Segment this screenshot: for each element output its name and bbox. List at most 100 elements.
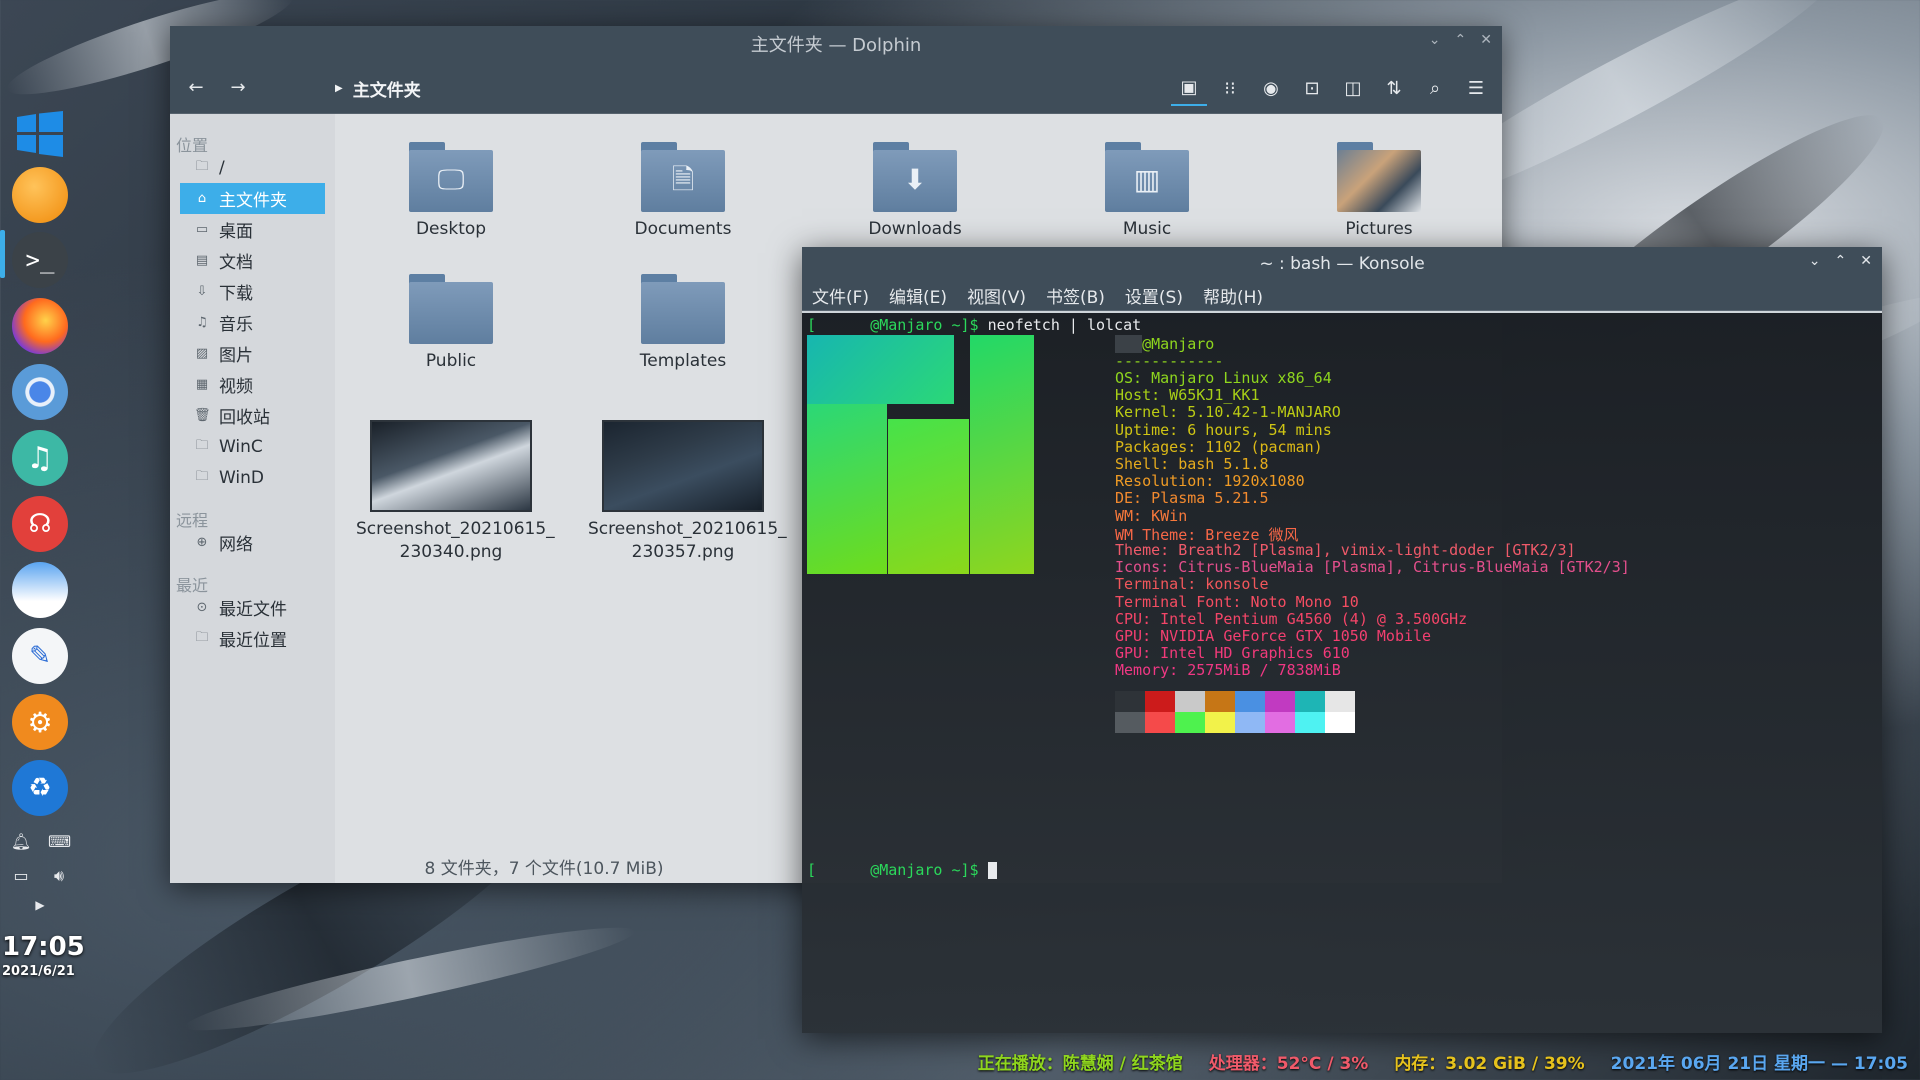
sidebar-item-label: WinC	[219, 436, 263, 457]
sidebar-item-winc[interactable]: 🗀 WinC	[180, 431, 325, 462]
video-icon: ▦	[195, 377, 209, 392]
close-icon[interactable]: ✕	[1480, 32, 1492, 48]
minimize-icon[interactable]: ⌄	[1429, 32, 1441, 48]
keyboard-icon[interactable]: ⌨	[48, 832, 71, 854]
manjaro-logo-block	[807, 404, 887, 574]
sidebar-item-trash[interactable]: 🗑 回收站	[180, 400, 325, 431]
command-line: [ @Manjaro ~]$ neofetch | lolcat	[807, 316, 1142, 334]
datetime-text[interactable]: 2021年 06月 21日 星期一 — 17:05	[1611, 1049, 1908, 1074]
recent-locations-icon: 🗀	[195, 629, 209, 645]
palette-swatch	[1175, 691, 1205, 712]
now-playing-text[interactable]: 正在播放：陈慧娴 / 红茶馆	[978, 1049, 1183, 1074]
image-icon: ▨	[195, 346, 209, 361]
palette-swatch	[1145, 712, 1175, 733]
sidebar-item-home[interactable]: ⌂ 主文件夹	[180, 183, 325, 214]
firefox-icon[interactable]	[12, 298, 68, 354]
sidebar-item-label: 下载	[219, 284, 253, 304]
palette-swatch	[1325, 712, 1355, 733]
minimize-icon[interactable]: ⌄	[1809, 253, 1821, 269]
files-app-icon[interactable]	[12, 167, 68, 223]
hamburger-menu-icon[interactable]: ☰	[1458, 70, 1494, 106]
sidebar-item-downloads[interactable]: ⇩ 下载	[180, 276, 325, 307]
breadcrumb[interactable]: ▶ 主文件夹	[335, 76, 421, 101]
cpu-status-text: 处理器：52°C / 3%	[1208, 1054, 1369, 1074]
clock-time[interactable]: 17:05	[2, 932, 85, 962]
terminal-area[interactable]: [ @Manjaro ~]$ neofetch | lolcat @Manjar…	[802, 311, 1882, 1033]
palette-swatch	[1115, 691, 1145, 712]
memory-status-text: 内存：3.02 GiB / 39%	[1394, 1054, 1585, 1074]
menu-view[interactable]: 视图(V)	[967, 283, 1026, 308]
display-icon[interactable]: ▭	[10, 866, 32, 888]
headphones-icon[interactable]: ☊	[12, 496, 68, 552]
menu-edit[interactable]: 编辑(E)	[889, 283, 947, 308]
system-info-line: Kernel: 5.10.42-1-MANJARO	[1115, 403, 1341, 422]
search-icon[interactable]: ⌕	[1417, 70, 1453, 106]
split-view-icon[interactable]: ◫	[1335, 70, 1371, 106]
sidebar-item-label: 桌面	[219, 222, 253, 242]
file-item-pictures[interactable]: Pictures	[1284, 142, 1474, 241]
photo-viewer-icon[interactable]	[12, 562, 68, 618]
sidebar-item-label: /	[219, 157, 225, 178]
preview-toggle-icon[interactable]: ◉	[1253, 70, 1289, 106]
sidebar-item-desktop[interactable]: ▭ 桌面	[180, 214, 325, 245]
sidebar-item-wind[interactable]: 🗀 WinD	[180, 462, 325, 493]
windows-start-icon[interactable]	[12, 106, 68, 162]
system-info-line: GPU: Intel HD Graphics 610	[1115, 644, 1350, 663]
music-player-icon[interactable]: ♫	[12, 430, 68, 486]
back-arrow-icon[interactable]: ←	[178, 70, 214, 106]
image-thumbnail	[370, 420, 532, 512]
file-item-music[interactable]: ▥ Music	[1052, 142, 1242, 241]
system-info-line: Host: W65KJ1_KK1	[1115, 386, 1260, 405]
sidebar-item-label: 音乐	[219, 315, 253, 335]
file-item-downloads[interactable]: ⬇ Downloads	[820, 142, 1010, 241]
menu-file[interactable]: 文件(F)	[812, 283, 869, 308]
file-name: Public	[425, 351, 477, 371]
show-hidden-icon[interactable]: ⊡	[1294, 70, 1330, 106]
bell-icon[interactable]: 🔔︎	[10, 832, 32, 854]
file-item-public[interactable]: Public	[356, 274, 546, 373]
recycle-icon[interactable]: ♻	[12, 760, 68, 816]
maximize-icon[interactable]: ⌃	[1835, 253, 1847, 269]
file-item-screenshot-2[interactable]: Screenshot_20210615_ 230357.png	[588, 420, 787, 564]
chromium-icon[interactable]	[12, 364, 68, 420]
settings-gear-icon[interactable]: ⚙	[12, 694, 68, 750]
menu-help[interactable]: 帮助(H)	[1203, 283, 1263, 308]
sidebar-item-pictures[interactable]: ▨ 图片	[180, 338, 325, 369]
file-item-desktop[interactable]: 🖵 Desktop	[356, 142, 546, 241]
expand-tray-icon[interactable]: ▶	[29, 898, 51, 920]
file-item-templates[interactable]: Templates	[588, 274, 778, 373]
trash-icon: 🗑	[194, 408, 211, 423]
sidebar-item-root[interactable]: 🗀 /	[180, 152, 325, 183]
file-name-line: 230340.png	[399, 542, 503, 562]
monitor-icon: 🖵	[437, 163, 465, 196]
maximize-icon[interactable]: ⌃	[1455, 32, 1467, 48]
sidebar-item-label: 视频	[219, 377, 253, 397]
toolbar: ← → ▶ 主文件夹 ▣ ⁝⁝ ◉ ⊡ ◫ ⇅ ⌕ ☰	[170, 62, 1502, 114]
konsole-titlebar[interactable]: ~ : bash — Konsole ⌄ ⌃ ✕	[802, 247, 1882, 281]
dolphin-titlebar[interactable]: 主文件夹 — Dolphin ⌄ ⌃ ✕	[170, 26, 1502, 62]
sidebar-item-recent-locations[interactable]: 🗀 最近位置	[180, 623, 325, 654]
menu-bookmarks[interactable]: 书签(B)	[1046, 283, 1105, 308]
close-icon[interactable]: ✕	[1860, 253, 1872, 269]
file-item-screenshot-1[interactable]: Screenshot_20210615_ 230340.png	[356, 420, 555, 564]
file-item-documents[interactable]: 🗎 Documents	[588, 142, 778, 241]
breadcrumb-current[interactable]: 主文件夹	[353, 76, 421, 101]
sidebar-item-recent-files[interactable]: ⊙ 最近文件	[180, 592, 325, 623]
sidebar-item-videos[interactable]: ▦ 视频	[180, 369, 325, 400]
icons-view-icon[interactable]: ▣	[1171, 70, 1207, 106]
home-icon: ⌂	[197, 191, 207, 206]
terminal-app-icon[interactable]: >_	[12, 232, 68, 288]
sort-icon[interactable]: ⇅	[1376, 70, 1412, 106]
menu-settings[interactable]: 设置(S)	[1125, 283, 1183, 308]
info-rule: ------------	[1115, 352, 1224, 370]
sidebar-item-network[interactable]: ⊕ 网络	[180, 527, 325, 558]
active-indicator	[0, 230, 5, 278]
forward-arrow-icon[interactable]: →	[220, 70, 256, 106]
chevron-right-icon: ▶	[335, 83, 343, 94]
sidebar-item-documents[interactable]: ▤ 文档	[180, 245, 325, 276]
sidebar-item-music[interactable]: ♫ 音乐	[180, 307, 325, 338]
volume-icon[interactable]: 🔊︎	[48, 866, 70, 888]
compact-view-icon[interactable]: ⁝⁝	[1212, 70, 1248, 106]
text-editor-icon[interactable]: ✎	[12, 628, 68, 684]
sidebar-item-label: 最近文件	[219, 600, 287, 620]
